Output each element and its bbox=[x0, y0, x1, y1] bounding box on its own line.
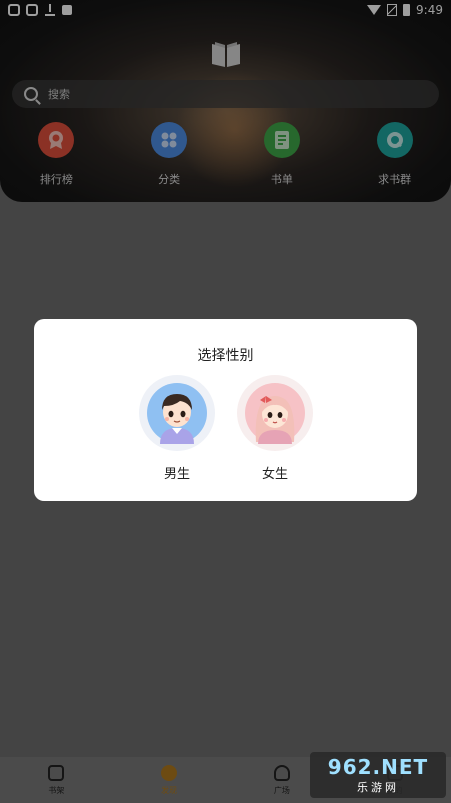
gender-option-male[interactable]: 男生 bbox=[137, 375, 217, 482]
gender-option-label: 女生 bbox=[261, 467, 288, 482]
dialog-title: 选择性别 bbox=[197, 348, 254, 364]
gender-option-label: 男生 bbox=[163, 467, 190, 482]
watermark-line2: 乐游网 bbox=[357, 781, 399, 794]
watermark-logo: 962.NET 乐游网 bbox=[310, 752, 446, 798]
male-avatar-icon bbox=[139, 375, 215, 451]
gender-option-female[interactable]: 女生 bbox=[235, 375, 315, 482]
watermark-line1: 962.NET bbox=[327, 755, 429, 779]
gender-select-dialog: 选择性别 男生 女生 bbox=[34, 319, 417, 501]
female-avatar-icon bbox=[237, 375, 313, 451]
